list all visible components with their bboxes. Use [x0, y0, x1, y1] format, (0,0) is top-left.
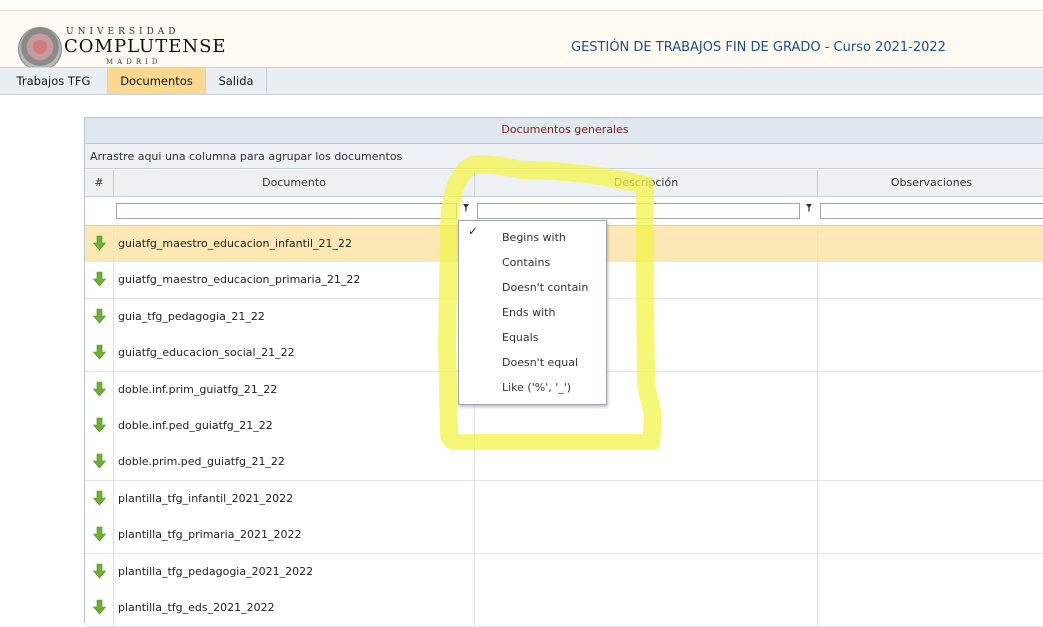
filter-pin-icon[interactable]	[802, 203, 816, 219]
download-arrow-icon[interactable]	[93, 563, 106, 579]
row-icon-cell	[85, 590, 114, 626]
column-divider	[474, 553, 475, 590]
filter-option-equals[interactable]: Equals	[459, 325, 606, 350]
column-header-documento[interactable]: Documento	[114, 170, 475, 196]
column-divider	[474, 590, 475, 626]
column-divider	[817, 371, 818, 408]
table-row[interactable]: doble.inf.ped_guiatfg_21_22	[85, 408, 1043, 445]
download-arrow-icon[interactable]	[93, 453, 106, 469]
column-divider	[817, 480, 818, 517]
filter-condition-menu: ✓ Begins with Contains Doesn't contain E…	[458, 220, 607, 405]
row-documento[interactable]: guiatfg_educacion_social_21_22	[118, 335, 295, 371]
menu-item-trabajos-tfg[interactable]: Trabajos TFG	[0, 68, 108, 94]
download-arrow-icon[interactable]	[93, 526, 106, 542]
column-divider	[817, 226, 818, 262]
table-row[interactable]: plantilla_tfg_pedagogia_2021_2022	[85, 553, 1043, 591]
column-divider	[474, 408, 475, 444]
filter-option-begins-with[interactable]: Begins with	[459, 225, 606, 250]
table-row[interactable]: plantilla_tfg_primaria_2021_2022	[85, 517, 1043, 555]
filter-pin-icon[interactable]	[459, 203, 473, 219]
filter-option-like[interactable]: Like ('%', '_')	[459, 375, 606, 400]
download-arrow-icon[interactable]	[93, 271, 106, 287]
row-icon-cell	[85, 262, 114, 299]
university-seal-icon	[18, 27, 62, 71]
filter-input-observaciones[interactable]	[820, 203, 1043, 219]
column-divider	[474, 480, 475, 517]
table-row[interactable]: doble.prim.ped_guiatfg_21_22	[85, 444, 1043, 482]
row-documento[interactable]: doble.prim.ped_guiatfg_21_22	[118, 444, 285, 480]
app-header: UNIVERSIDAD COMPLUTENSE MADRID GESTIÓN D…	[0, 10, 1043, 71]
row-documento[interactable]: guia_tfg_pedagogia_21_22	[118, 299, 265, 335]
filter-input-documento[interactable]	[116, 203, 457, 219]
column-headers: # Documento Descripción Observaciones	[85, 170, 1043, 197]
grid-title: Documentos generales	[85, 118, 1043, 144]
row-icon-cell	[85, 226, 114, 262]
download-arrow-icon[interactable]	[93, 308, 106, 324]
table-row[interactable]: plantilla_tfg_eds_2021_2022	[85, 590, 1043, 627]
filter-option-doesnt-equal[interactable]: Doesn't equal	[459, 350, 606, 375]
column-divider	[817, 335, 818, 372]
app-title: GESTIÓN DE TRABAJOS FIN DE GRADO - Curso…	[571, 40, 946, 55]
column-divider	[817, 444, 818, 481]
row-documento[interactable]: plantilla_tfg_primaria_2021_2022	[118, 517, 301, 553]
row-documento[interactable]: guiatfg_maestro_educacion_infantil_21_22	[118, 226, 352, 262]
row-documento[interactable]: plantilla_tfg_eds_2021_2022	[118, 590, 275, 626]
row-icon-cell	[85, 408, 114, 444]
download-arrow-icon[interactable]	[93, 344, 106, 360]
column-divider	[474, 444, 475, 481]
download-arrow-icon[interactable]	[93, 235, 106, 251]
menu-item-documentos[interactable]: Documentos	[108, 68, 206, 94]
column-divider	[817, 590, 818, 626]
row-documento[interactable]: plantilla_tfg_infantil_2021_2022	[118, 481, 293, 517]
download-arrow-icon[interactable]	[93, 417, 106, 433]
column-header-descripcion[interactable]: Descripción	[475, 170, 818, 196]
download-arrow-icon[interactable]	[93, 381, 106, 397]
column-header-observaciones[interactable]: Observaciones	[818, 170, 1043, 196]
download-arrow-icon[interactable]	[93, 599, 106, 615]
logo-line-3: MADRID	[106, 58, 162, 66]
row-icon-cell	[85, 335, 114, 372]
column-divider	[817, 262, 818, 299]
page-top-strip	[0, 0, 1043, 10]
row-icon-cell	[85, 517, 114, 554]
column-divider	[817, 408, 818, 444]
table-row[interactable]: plantilla_tfg_infantil_2021_2022	[85, 480, 1043, 518]
row-documento[interactable]: guiatfg_maestro_educacion_primaria_21_22	[118, 262, 360, 298]
download-arrow-icon[interactable]	[93, 490, 106, 506]
group-by-panel[interactable]: Arrastre aqui una columna para agrupar l…	[85, 144, 1043, 169]
row-icon-cell	[85, 553, 114, 590]
row-icon-cell	[85, 298, 114, 335]
row-documento[interactable]: doble.inf.ped_guiatfg_21_22	[118, 408, 273, 444]
column-divider	[817, 298, 818, 335]
column-divider	[817, 553, 818, 590]
filter-option-contains[interactable]: Contains	[459, 250, 606, 275]
filter-option-ends-with[interactable]: Ends with	[459, 300, 606, 325]
menu-item-salida[interactable]: Salida	[206, 68, 267, 94]
column-divider	[474, 517, 475, 554]
filter-input-descripcion[interactable]	[477, 203, 800, 219]
row-documento[interactable]: doble.inf.prim_guiatfg_21_22	[118, 372, 277, 408]
filter-option-doesnt-contain[interactable]: Doesn't contain	[459, 275, 606, 300]
column-header-number[interactable]: #	[85, 170, 114, 196]
row-icon-cell	[85, 371, 114, 408]
row-icon-cell	[85, 444, 114, 481]
row-documento[interactable]: plantilla_tfg_pedagogia_2021_2022	[118, 554, 313, 590]
logo-line-2: COMPLUTENSE	[64, 36, 227, 57]
column-divider	[817, 517, 818, 554]
main-menu-bar: Trabajos TFG Documentos Salida	[0, 67, 1043, 95]
row-icon-cell	[85, 480, 114, 517]
